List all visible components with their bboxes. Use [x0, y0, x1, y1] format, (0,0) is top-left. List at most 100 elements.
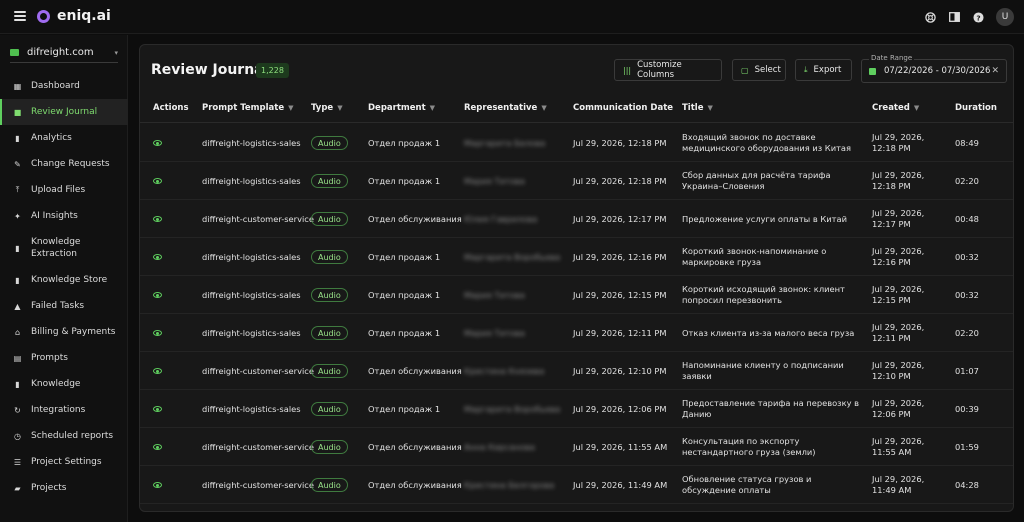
date-range-picker[interactable]: Date Range 07/22/2026 - 07/30/2026 ✕ [861, 54, 1007, 83]
eye-icon[interactable] [153, 406, 162, 412]
duration-cell: 04:28 [955, 479, 979, 490]
avatar[interactable]: U [996, 8, 1014, 26]
bank-icon: ⌂ [14, 327, 21, 337]
sidebar-item-knowledge[interactable]: ▮ Knowledge [0, 371, 128, 397]
eye-icon[interactable] [153, 330, 162, 336]
filter-icon[interactable]: ▼ [337, 104, 342, 112]
sidebar-item-failed-tasks[interactable]: ▲ Failed Tasks [0, 293, 128, 319]
communication-date-cell: Jul 29, 2026, 12:06 PM [573, 403, 667, 414]
view-action[interactable] [153, 466, 162, 504]
table-row[interactable]: diffreight-logistics-sales Audio Отдел про… [140, 162, 1013, 200]
created-cell: Jul 29, 2026, 12:18 PM [872, 170, 925, 191]
view-action[interactable] [153, 124, 162, 162]
duration-cell: 01:07 [955, 365, 979, 376]
sparkle-icon: ✦ [14, 211, 21, 221]
sidebar-item-review-journal[interactable]: ■ Review Journal [0, 99, 128, 125]
view-action[interactable] [153, 352, 162, 390]
title-cell: Короткий исходящий звонок: клиент попрос… [682, 284, 845, 305]
filter-icon[interactable]: ▼ [430, 104, 435, 112]
workspace-selector[interactable]: difreight.com ▾ [10, 43, 118, 63]
sidebar-item-project-settings[interactable]: ☰ Project Settings [0, 449, 128, 475]
column-department[interactable]: Department ▼ [368, 103, 435, 113]
view-action[interactable] [153, 162, 162, 200]
eye-icon[interactable] [153, 216, 162, 222]
filter-icon[interactable]: ▼ [707, 104, 712, 112]
sidebar-item-knowledge-extraction[interactable]: ▮ Knowledge Extraction [0, 229, 128, 267]
eye-icon[interactable] [153, 178, 162, 184]
close-icon[interactable]: ✕ [991, 66, 999, 76]
department-cell: Отдел обслуживания [368, 479, 462, 490]
eye-icon[interactable] [153, 368, 162, 374]
view-action[interactable] [153, 428, 162, 466]
table-row[interactable]: diffreight-customer-service Audio Отдел об… [140, 428, 1013, 466]
support-icon[interactable] [924, 11, 936, 23]
book-icon: ▮ [15, 275, 20, 285]
type-badge: Audio [311, 250, 348, 264]
sidebar-item-upload-files[interactable]: ⤒ Upload Files [0, 177, 128, 203]
view-action[interactable] [153, 238, 162, 276]
table-row[interactable]: diffreight-logistics-sales Audio Отдел про… [140, 390, 1013, 428]
created-cell: Jul 29, 2026, 12:15 PM [872, 284, 925, 305]
table-row[interactable]: diffreight-customer-service Audio Отдел об… [140, 352, 1013, 390]
sidebar-item-dashboard[interactable]: ▦ Dashboard [0, 73, 128, 99]
view-action[interactable] [153, 390, 162, 428]
table-row[interactable]: diffreight-logistics-sales Audio Отдел про… [140, 238, 1013, 276]
table-row[interactable]: diffreight-logistics-sales Audio Отдел про… [140, 124, 1013, 162]
title-cell: Отказ клиента из-за малого веса груза [682, 327, 855, 338]
sidebar-item-scheduled-reports[interactable]: ◷ Scheduled reports [0, 423, 128, 449]
view-action[interactable] [153, 200, 162, 238]
view-action[interactable] [153, 276, 162, 314]
representative-cell: Маргарита Воробьева [464, 251, 561, 262]
communication-date-cell: Jul 29, 2026, 12:18 PM [573, 175, 667, 186]
sidebar-item-ai-insights[interactable]: ✦ AI Insights [0, 203, 128, 229]
sidebar-item-label: AI Insights [31, 211, 78, 221]
eye-icon[interactable] [153, 482, 162, 488]
eye-icon[interactable] [153, 140, 162, 146]
created-cell: Jul 29, 2026, 12:18 PM [872, 132, 925, 153]
type-badge: Audio [311, 402, 348, 416]
menu-icon[interactable] [14, 11, 26, 21]
sidebar-item-billing-payments[interactable]: ⌂ Billing & Payments [0, 319, 128, 345]
eye-icon[interactable] [153, 292, 162, 298]
column-prompt-template[interactable]: Prompt Template ▼ [202, 103, 293, 113]
column-representative[interactable]: Representative ▼ [464, 103, 547, 113]
sidebar-item-change-requests[interactable]: ✎ Change Requests [0, 151, 128, 177]
filter-icon[interactable]: ▼ [541, 104, 546, 112]
sidebar-item-analytics[interactable]: ▮ Analytics [0, 125, 128, 151]
dashboard-icon: ▦ [13, 81, 22, 91]
split-view-icon[interactable] [948, 11, 960, 23]
select-button[interactable]: ▢ Select [732, 59, 786, 81]
sidebar-item-knowledge-store[interactable]: ▮ Knowledge Store [0, 267, 128, 293]
title-cell: Короткий звонок-напоминание о маркировке… [682, 246, 827, 267]
eye-icon[interactable] [153, 254, 162, 260]
created-cell: Jul 29, 2026, 12:11 PM [872, 322, 925, 343]
type-cell: Audio [311, 162, 348, 200]
created-cell: Jul 29, 2026, 12:17 PM [872, 208, 925, 229]
table-row[interactable]: diffreight-logistics-sales Audio Отдел про… [140, 276, 1013, 314]
sidebar-item-prompts[interactable]: ▤ Prompts [0, 345, 128, 371]
customize-columns-button[interactable]: ||| Customize Columns [614, 59, 722, 81]
column-created[interactable]: Created ▼ [872, 103, 950, 113]
sidebar-item-label: Dashboard [31, 81, 80, 91]
filter-icon[interactable]: ▼ [288, 104, 293, 112]
sort-icon[interactable]: ▼ [914, 104, 919, 112]
sidebar-item-integrations[interactable]: ↻ Integrations [0, 397, 128, 423]
column-duration[interactable]: Duration [955, 103, 997, 113]
table-row[interactable]: diffreight-logistics-sales Audio Отдел про… [140, 314, 1013, 352]
column-communication-date[interactable]: Communication Date [573, 103, 673, 113]
created-cell: Jul 29, 2026, 12:06 PM [872, 398, 925, 419]
download-icon: ⤓ [804, 65, 808, 74]
title-cell: Предложение услуги оплаты в Китай [682, 213, 847, 224]
sidebar-item-label: Prompts [31, 353, 68, 363]
duration-cell: 00:39 [955, 403, 979, 414]
sidebar-item-projects[interactable]: ▰ Projects [0, 475, 128, 501]
eye-icon[interactable] [153, 444, 162, 450]
export-button[interactable]: ⤓ Export [795, 59, 852, 81]
column-type[interactable]: Type ▼ [311, 103, 343, 113]
sidebar-item-label: Scheduled reports [31, 431, 114, 441]
column-title[interactable]: Title ▼ [682, 103, 867, 113]
table-row[interactable]: diffreight-customer-service Audio Отдел об… [140, 466, 1013, 504]
help-icon[interactable]: ? [972, 11, 984, 23]
view-action[interactable] [153, 314, 162, 352]
table-row[interactable]: diffreight-customer-service Audio Отдел об… [140, 200, 1013, 238]
